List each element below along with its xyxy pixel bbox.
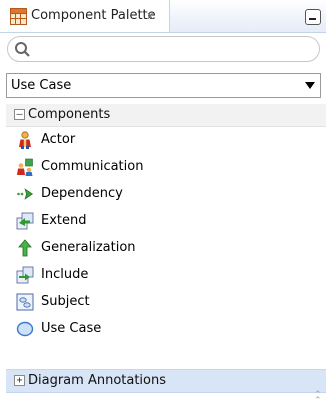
dependency-icon	[17, 188, 34, 200]
palette-item-label: Communication	[41, 159, 144, 174]
palette-titlebar: Component Palette x	[0, 0, 326, 33]
section-header-components[interactable]: – Components	[6, 104, 326, 127]
palette-item-communication[interactable]: Communication	[6, 154, 306, 180]
palette-item-dependency[interactable]: Dependency	[6, 181, 306, 207]
category-select[interactable]: Use Case	[6, 73, 321, 98]
chevron-down-icon	[305, 82, 315, 89]
section-label-diagram-annotations: Diagram Annotations	[28, 373, 167, 388]
expand-toggle-icon[interactable]: +	[14, 375, 25, 386]
subject-icon	[16, 293, 34, 311]
search-icon	[15, 42, 30, 57]
palette-item-extend[interactable]: Extend	[6, 208, 306, 234]
extend-icon	[16, 212, 34, 230]
panel-title: Component Palette	[31, 8, 156, 23]
category-select-value: Use Case	[11, 78, 72, 93]
palette-item-include[interactable]: Include	[6, 262, 306, 288]
palette-item-use-case[interactable]: Use Case	[6, 316, 306, 342]
palette-grid-icon	[10, 8, 27, 25]
minimize-icon[interactable]	[305, 9, 321, 25]
section-header-diagram-annotations[interactable]: + Diagram Annotations	[6, 369, 326, 393]
tab-component-palette[interactable]: Component Palette x	[0, 0, 170, 32]
actor-icon	[19, 131, 31, 149]
include-icon	[16, 266, 34, 284]
palette-item-label: Generalization	[41, 240, 136, 255]
search-input[interactable]	[7, 36, 320, 62]
close-icon[interactable]: x	[147, 9, 154, 22]
scroll-indicator-icon[interactable]: ⌃ ⌃	[314, 391, 322, 406]
palette-item-generalization[interactable]: Generalization	[6, 235, 306, 261]
palette-item-subject[interactable]: Subject	[6, 289, 306, 315]
palette-item-actor[interactable]: Actor	[6, 127, 306, 153]
palette-item-label: Actor	[41, 132, 76, 147]
palette-item-label: Dependency	[41, 186, 123, 201]
palette-item-label: Include	[41, 267, 89, 282]
collapse-toggle-icon[interactable]: –	[14, 109, 25, 120]
use-case-icon	[16, 321, 34, 337]
palette-item-label: Subject	[41, 294, 90, 309]
section-label-components: Components	[28, 107, 111, 122]
palette-item-label: Extend	[41, 213, 87, 228]
generalization-icon	[18, 239, 32, 257]
communication-icon	[17, 158, 33, 176]
palette-item-label: Use Case	[41, 321, 102, 336]
